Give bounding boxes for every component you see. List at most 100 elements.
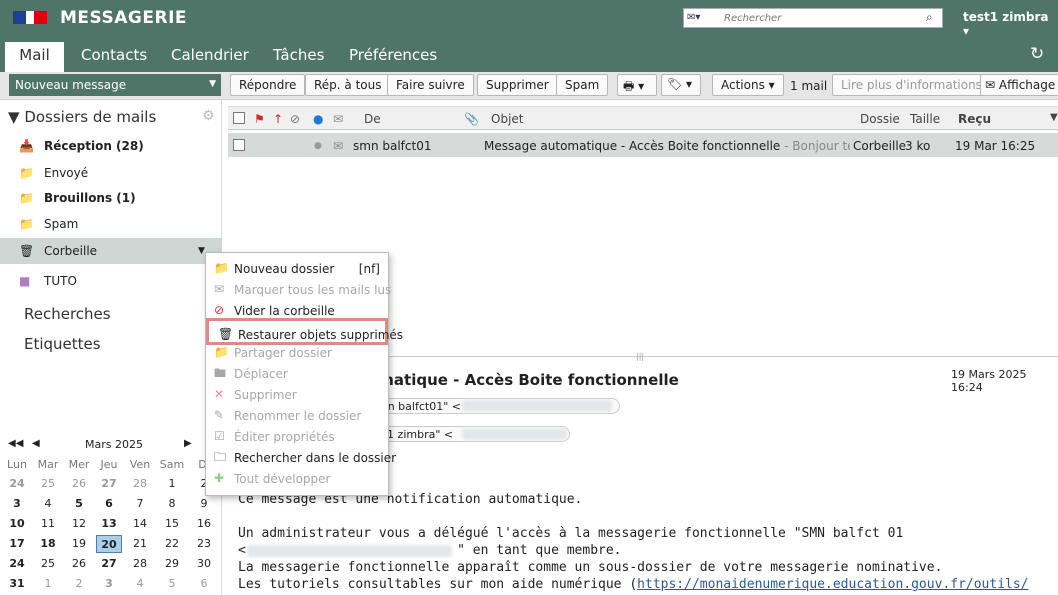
prev-year-icon[interactable]: ◀◀ (8, 438, 23, 449)
menu-item-expand-all[interactable]: ✚ Tout développer (205, 468, 389, 489)
calendar-day[interactable]: 1 (35, 575, 61, 593)
calendar-day[interactable]: 30 (191, 555, 217, 573)
menu-item-rename[interactable]: ✎ Renommer le dossier (205, 405, 389, 426)
calendar-day[interactable]: 19 (66, 535, 92, 553)
folder-spam[interactable]: 📁 Spam (0, 211, 222, 237)
calendar-day[interactable]: 20 (96, 535, 122, 553)
calendar-day[interactable]: 28 (127, 475, 153, 493)
menu-item-mark-read[interactable]: ✉ Marquer tous les mails lus (205, 279, 391, 300)
calendar-day[interactable]: 6 (191, 575, 217, 593)
calendar-day[interactable]: 29 (159, 555, 185, 573)
calendar-day[interactable]: 21 (127, 535, 153, 553)
calendar-day[interactable]: 24 (4, 475, 30, 493)
calendar-day[interactable]: 25 (35, 555, 61, 573)
calendar-day[interactable]: 27 (96, 555, 122, 573)
gear-icon[interactable]: ⚙ (202, 108, 215, 124)
column-received[interactable]: Reçu (958, 112, 991, 126)
column-subject[interactable]: Objet (491, 112, 523, 126)
next-month-icon[interactable]: ▶ (184, 438, 192, 449)
tags-section[interactable]: Etiquettes (24, 335, 101, 353)
calendar-day[interactable]: 26 (66, 555, 92, 573)
column-from[interactable]: De (364, 112, 381, 126)
calendar-day[interactable]: 5 (159, 575, 185, 593)
search-icon[interactable]: ⌕ (926, 10, 933, 25)
calendar-day[interactable]: 4 (127, 575, 153, 593)
menu-item-restore-trash[interactable]: 🗑 Restaurer objets supprimés (206, 318, 403, 345)
folder-inbox[interactable]: 📥 Réception (28) (0, 133, 222, 159)
menu-item-new-folder[interactable]: 📁 Nouveau dossier [nf] (205, 258, 389, 279)
reply-button[interactable]: Répondre (230, 74, 306, 96)
calendar-day[interactable]: 17 (4, 535, 30, 553)
calendar-day[interactable]: 8 (159, 495, 185, 513)
select-all-checkbox[interactable] (233, 112, 245, 127)
calendar-day[interactable]: 6 (96, 495, 122, 513)
calendar-day[interactable]: 22 (159, 535, 185, 553)
folder-sent[interactable]: 📁 Envoyé (0, 160, 222, 186)
menu-item-delete-x[interactable]: ✕ Supprimer (205, 384, 389, 405)
folder-trash[interactable]: 🗑 Corbeille ▼ (0, 238, 222, 264)
actions-button[interactable]: Actions ▾ (712, 74, 784, 96)
user-menu[interactable]: test1 zimbra ▾ (963, 10, 1058, 38)
column-size[interactable]: Taille (910, 112, 940, 126)
delete-button[interactable]: Supprimer (477, 74, 558, 96)
search-input[interactable] (724, 10, 919, 26)
calendar-day[interactable]: 16 (191, 515, 217, 533)
sort-desc-icon[interactable]: ▼ (1050, 112, 1058, 123)
calendar-day[interactable]: 1 (159, 475, 185, 493)
calendar-day[interactable]: 7 (127, 495, 153, 513)
calendar-day[interactable]: 2 (66, 575, 92, 593)
calendar-day[interactable]: 25 (35, 475, 61, 493)
tab-tasks[interactable]: Tâches (273, 42, 324, 72)
calendar-day[interactable]: 3 (4, 495, 30, 513)
tab-mail[interactable]: Mail (5, 42, 64, 72)
tag-button[interactable]: 🏷 ▾ (661, 74, 701, 96)
menu-item-search-folder[interactable]: 🗀 Rechercher dans le dossier (205, 447, 396, 468)
tutorial-link[interactable]: https://monaidenumerique.education.gouv.… (637, 577, 1028, 592)
calendar-day[interactable]: 13 (96, 515, 122, 533)
row-checkbox[interactable] (233, 139, 245, 154)
flag-icon[interactable]: ⚑ (254, 112, 265, 126)
folder-drafts[interactable]: 📁 Brouillons (1) (0, 185, 222, 211)
prev-month-icon[interactable]: ◀ (32, 438, 40, 449)
refresh-icon[interactable]: ↻ (1030, 44, 1044, 64)
calendar-day[interactable]: 11 (35, 515, 61, 533)
priority-icon[interactable]: ↑ (273, 112, 283, 126)
column-folder[interactable]: Dossie (860, 112, 900, 126)
mail-search-type-icon[interactable]: ✉▾ (687, 12, 705, 24)
calendar-day[interactable]: 4 (35, 495, 61, 513)
folders-header[interactable]: ▼ Dossiers de mails (8, 108, 156, 126)
unread-icon[interactable]: ● (313, 112, 323, 126)
calendar-day[interactable]: 23 (191, 535, 217, 553)
calendar-day[interactable]: 31 (4, 575, 30, 593)
calendar-day[interactable]: 27 (96, 475, 122, 493)
status-icon[interactable]: ✉ (333, 112, 343, 126)
calendar-day[interactable]: 15 (159, 515, 185, 533)
calendar-day[interactable]: 18 (35, 535, 61, 553)
calendar-day[interactable]: 5 (66, 495, 92, 513)
more-info-button[interactable]: Lire plus d'informations (832, 74, 991, 96)
print-button[interactable]: 🖶 ▾ (617, 74, 657, 96)
menu-item-move[interactable]: 🖿 Déplacer (205, 363, 389, 384)
read-dot-icon[interactable]: ● (314, 141, 322, 151)
chevron-down-icon[interactable]: ▼ (209, 79, 216, 89)
spam-button[interactable]: Spam (556, 74, 609, 96)
search-box[interactable]: ✉▾ ⌕ (683, 8, 943, 28)
chevron-down-icon[interactable]: ▼ (198, 246, 205, 256)
calendar-day[interactable]: 14 (127, 515, 153, 533)
menu-item-share-folder[interactable]: 📁 Partager dossier (205, 342, 389, 363)
forward-button[interactable]: Faire suivre (387, 74, 474, 96)
calendar-day[interactable]: 12 (66, 515, 92, 533)
searches-section[interactable]: Recherches (24, 305, 111, 323)
tab-calendar[interactable]: Calendrier (171, 42, 249, 72)
calendar-day[interactable]: 28 (127, 555, 153, 573)
tag-column-icon[interactable]: ⊘ (290, 112, 300, 126)
attachment-icon[interactable]: 📎 (464, 112, 479, 126)
folder-tuto[interactable]: ■ TUTO (0, 268, 222, 294)
tab-contacts[interactable]: Contacts (81, 42, 147, 72)
calendar-day[interactable]: 10 (4, 515, 30, 533)
menu-item-properties[interactable]: ☑ Éditer propriétés (205, 426, 389, 447)
new-message-button[interactable]: Nouveau message ▼ (9, 74, 221, 96)
calendar-day[interactable]: 24 (4, 555, 30, 573)
reply-all-button[interactable]: Rép. à tous (305, 74, 391, 96)
calendar-day[interactable]: 9 (191, 495, 217, 513)
